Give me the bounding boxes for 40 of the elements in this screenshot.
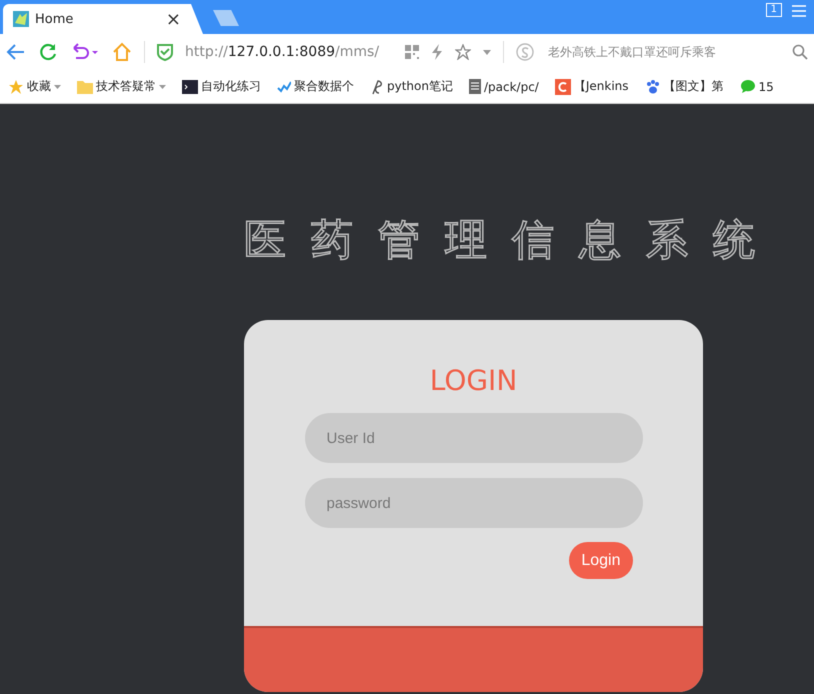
paw-icon [644, 78, 661, 94]
home-icon[interactable] [112, 42, 132, 62]
c-logo-icon [554, 78, 571, 94]
star-icon[interactable] [455, 44, 471, 60]
bookmark-item[interactable]: 技术答疑常 [77, 78, 166, 95]
password-field[interactable]: password [304, 478, 642, 528]
bookmark-item[interactable]: 【Jenkins [554, 78, 629, 95]
bookmark-item[interactable]: 自动化练习 [182, 78, 261, 95]
system-title: 医药管理信息系统 [244, 214, 781, 266]
bookmark-item[interactable]: 聚合数据个 [277, 78, 354, 95]
search-icon[interactable] [792, 44, 808, 60]
bookmark-item[interactable]: 收藏 [8, 78, 61, 95]
chat-icon [740, 79, 756, 94]
qr-code-icon[interactable] [405, 45, 419, 59]
folder-icon [77, 80, 93, 94]
browser-tab[interactable]: Home × [3, 4, 203, 34]
url-field[interactable]: http://127.0.0.1:8089/mms/ [185, 44, 380, 60]
python-icon [370, 78, 384, 94]
caret-icon[interactable] [54, 84, 61, 88]
terminal-icon [182, 80, 198, 94]
login-heading: LOGIN [430, 364, 518, 398]
check-icon [277, 80, 291, 92]
star-icon [8, 78, 24, 94]
close-icon[interactable]: × [166, 8, 181, 30]
shield-icon [157, 43, 173, 61]
refresh-icon[interactable] [38, 42, 58, 62]
search-field[interactable]: 老外高铁上不戴口罩还呵斥乘客 [546, 44, 780, 60]
bookmark-item[interactable]: /pack/pc/ [468, 79, 539, 94]
search-engine-icon[interactable] [516, 43, 534, 61]
bookmark-item[interactable]: python笔记 [370, 78, 453, 95]
caret-icon[interactable] [483, 50, 491, 54]
back-icon[interactable] [6, 42, 26, 62]
app-logo-icon [13, 11, 29, 27]
lightning-icon[interactable] [431, 44, 443, 60]
bookmark-item[interactable]: 15 [740, 79, 774, 94]
user-id-field[interactable]: User Id [304, 413, 642, 463]
bookmark-item[interactable]: 【图文】第 [644, 78, 724, 95]
document-icon [468, 79, 481, 94]
caret-icon[interactable] [159, 84, 166, 88]
menu-icon[interactable] [792, 5, 806, 17]
